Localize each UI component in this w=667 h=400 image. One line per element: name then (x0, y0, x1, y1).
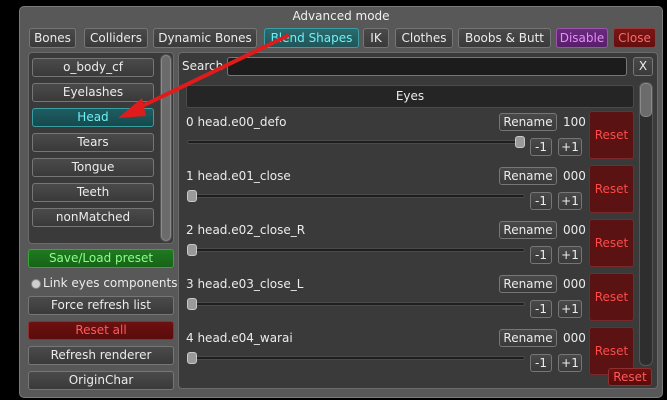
tab-bones[interactable]: Bones (29, 28, 76, 48)
rename-button[interactable]: Rename (499, 221, 557, 239)
shape-slider-thumb[interactable] (187, 244, 197, 256)
shape-label: 4 head.e04_warai (186, 331, 293, 345)
window-title: Advanced mode (292, 9, 390, 23)
shape-slider-thumb[interactable] (187, 190, 197, 202)
shape-slider-thumb[interactable] (515, 136, 525, 148)
minus-one-button[interactable]: -1 (530, 300, 552, 318)
rename-button[interactable]: Rename (499, 275, 557, 293)
reset-all-button[interactable]: Reset all (28, 321, 174, 340)
plus-one-button[interactable]: +1 (558, 354, 582, 372)
tab-ik[interactable]: IK (363, 28, 389, 48)
sidebar-item-tongue[interactable]: Tongue (32, 158, 154, 177)
shape-label: 1 head.e01_close (186, 169, 291, 183)
shape-value: 000 (563, 223, 586, 237)
plus-one-button[interactable]: +1 (558, 138, 582, 156)
sidebar-item-teeth[interactable]: Teeth (32, 183, 154, 202)
shape-label: 3 head.e03_close_L (186, 277, 304, 291)
shape-slider-track[interactable] (187, 356, 525, 360)
minus-one-button[interactable]: -1 (530, 138, 552, 156)
shapes-scrollbar[interactable] (639, 82, 653, 366)
plus-one-button[interactable]: +1 (558, 300, 582, 318)
shape-value: 000 (563, 169, 586, 183)
shape-reset-button[interactable]: Reset (589, 219, 634, 267)
tab-dynamic-bones[interactable]: Dynamic Bones (153, 28, 257, 48)
shape-slider-track[interactable] (187, 248, 525, 252)
sidebar-item-nonmatched[interactable]: nonMatched (32, 208, 154, 227)
tab-colliders[interactable]: Colliders (84, 28, 148, 48)
link-eyes-label: Link eyes components (43, 276, 178, 290)
rename-button[interactable]: Rename (499, 113, 557, 131)
shape-slider-thumb[interactable] (187, 298, 197, 310)
minus-one-button[interactable]: -1 (530, 246, 552, 264)
shape-slider-track[interactable] (187, 194, 525, 198)
rename-button[interactable]: Rename (499, 329, 557, 347)
shape-label: 2 head.e02_close_R (186, 223, 306, 237)
shape-value: 000 (563, 277, 586, 291)
reset-button[interactable]: Reset (608, 368, 652, 386)
shape-reset-button[interactable]: Reset (589, 273, 634, 321)
tab-clothes[interactable]: Clothes (395, 28, 453, 48)
sidebar-item-o-body-cf[interactable]: o_body_cf (32, 58, 154, 77)
search-input[interactable] (227, 57, 627, 76)
shape-label: 0 head.e00_defo (186, 115, 287, 129)
close-button[interactable]: Close (613, 28, 656, 48)
plus-one-button[interactable]: +1 (558, 246, 582, 264)
shape-slider-track[interactable] (187, 302, 525, 306)
shape-value: 100 (563, 115, 586, 129)
tab-blend-shapes[interactable]: Blend Shapes (264, 28, 359, 48)
minus-one-button[interactable]: -1 (530, 354, 552, 372)
sidebar-item-head[interactable]: Head (32, 108, 154, 127)
shape-value: 000 (563, 331, 586, 345)
save-load-preset-button[interactable]: Save/Load preset (28, 249, 174, 268)
shape-slider-track[interactable] (187, 140, 525, 144)
shapes-scrollbar-thumb[interactable] (640, 83, 652, 117)
refresh-renderer-button[interactable]: Refresh renderer (28, 346, 174, 365)
origin-char-button[interactable]: OriginChar (28, 371, 174, 390)
minus-one-button[interactable]: -1 (530, 192, 552, 210)
link-eyes-checkbox[interactable] (31, 279, 41, 289)
search-clear-button[interactable]: X (633, 57, 653, 76)
sidebar-item-tears[interactable]: Tears (32, 133, 154, 152)
sidebar-item-eyelashes[interactable]: Eyelashes (32, 83, 154, 102)
search-label: Search (182, 59, 224, 73)
rename-button[interactable]: Rename (499, 167, 557, 185)
disable-button[interactable]: Disable (556, 28, 608, 48)
shape-reset-button[interactable]: Reset (589, 165, 634, 213)
tab-boobs-butt[interactable]: Boobs & Butt (458, 28, 551, 48)
sidebar-scrollbar-thumb[interactable] (161, 55, 171, 241)
group-header-eyes: Eyes (186, 85, 634, 108)
force-refresh-list-button[interactable]: Force refresh list (28, 296, 174, 315)
shape-slider-thumb[interactable] (187, 352, 197, 364)
plus-one-button[interactable]: +1 (558, 192, 582, 210)
shape-reset-button[interactable]: Reset (589, 111, 634, 159)
